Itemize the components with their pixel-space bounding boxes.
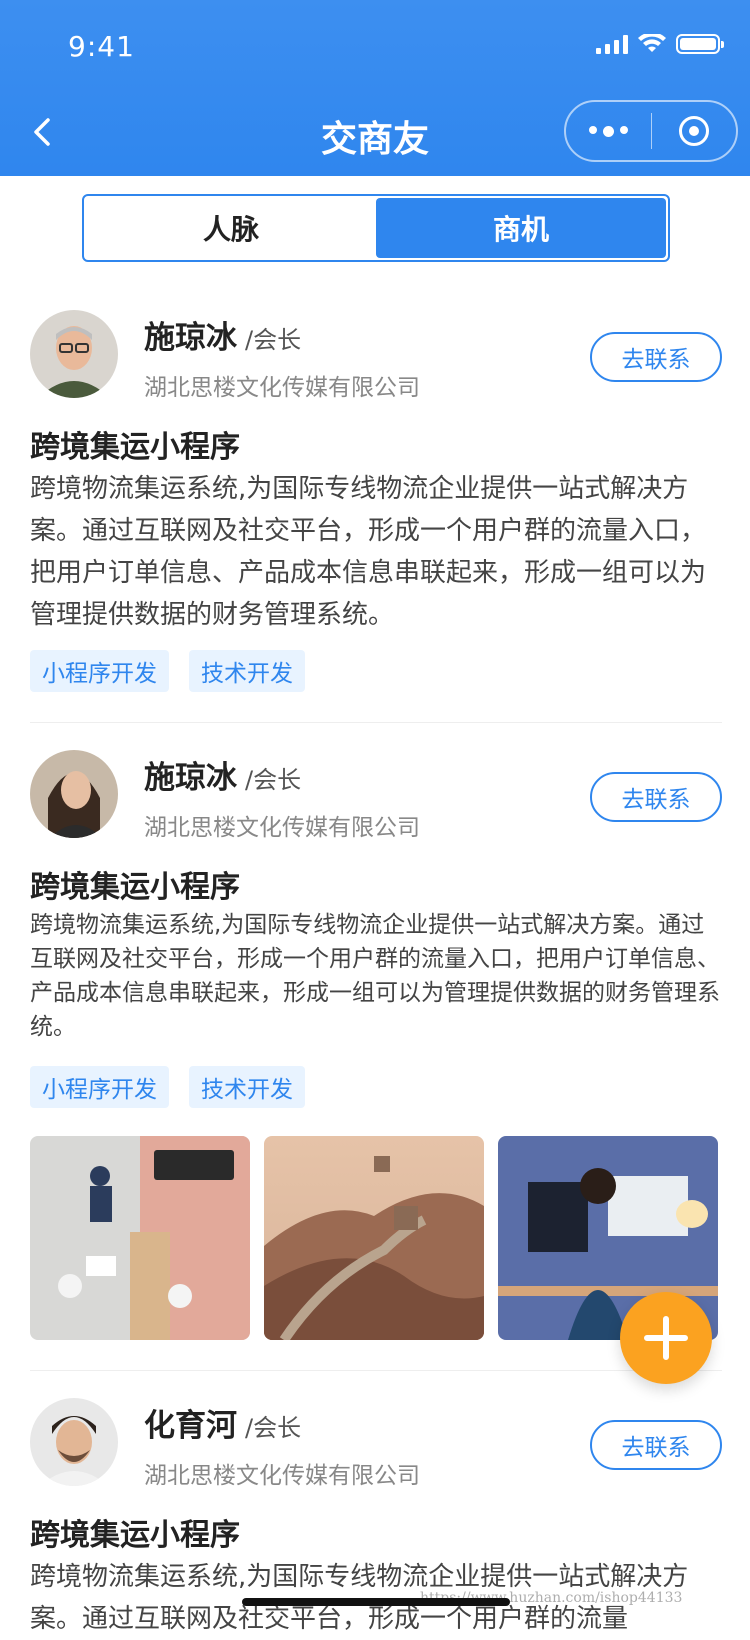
post-description: 跨境物流集运系统,为国际专线物流企业提供一站式解决方案。通过互联网及社交平台，形… [30,912,720,1040]
contact-button[interactable]: 去联系 [590,1420,722,1470]
contact-button[interactable]: 去联系 [590,332,722,382]
status-time: 9:41 [68,30,135,63]
post-title: 跨境集运小程序 [30,1518,240,1553]
tag-list: 小程序开发 技术开发 [30,1066,305,1108]
photo-grid [30,1136,718,1340]
status-icons [596,34,724,54]
segment-tabs: 人脉 商机 [82,194,670,262]
divider [30,1370,722,1371]
author-role: /会长 [245,766,302,794]
mini-program-capsule [564,100,738,162]
tag[interactable]: 小程序开发 [30,650,169,692]
post-title: 跨境集运小程序 [30,870,240,905]
home-indicator [242,1598,510,1606]
tag[interactable]: 小程序开发 [30,1066,169,1108]
post-title: 跨境集运小程序 [30,430,240,465]
office-meeting-photo[interactable] [30,1136,250,1340]
great-wall-photo[interactable] [264,1136,484,1340]
signal-icon [596,34,628,54]
close-icon[interactable] [652,116,737,146]
wifi-icon [638,34,666,52]
tab-contacts[interactable]: 人脉 [86,198,376,258]
tag[interactable]: 技术开发 [189,1066,305,1108]
author-line: 化育河 /会长 [144,1400,301,1445]
more-icon[interactable] [566,125,651,137]
plus-icon [644,1316,688,1360]
author-name: 施琼冰 [144,760,237,796]
avatar[interactable] [30,1398,118,1486]
avatar[interactable] [30,310,118,398]
author-name: 施琼冰 [144,320,237,356]
nav-header: 9:41 交商友 [0,0,750,176]
contact-button[interactable]: 去联系 [590,772,722,822]
avatar[interactable] [30,750,118,838]
tag[interactable]: 技术开发 [189,650,305,692]
author-line: 施琼冰 /会长 [144,752,301,797]
author-company: 湖北思楼文化传媒有限公司 [144,815,420,841]
author-role: /会长 [245,1414,302,1442]
tag-list: 小程序开发 技术开发 [30,650,305,692]
battery-icon [676,34,724,54]
divider [30,722,722,723]
author-role: /会长 [245,326,302,354]
tab-opportunities[interactable]: 商机 [376,198,666,258]
author-name: 化育河 [144,1408,237,1444]
post-description: 跨境物流集运系统,为国际专线物流企业提供一站式解决方案。通过互联网及社交平台，形… [30,474,707,630]
author-company: 湖北思楼文化传媒有限公司 [144,1463,420,1489]
add-post-button[interactable] [620,1292,712,1384]
author-line: 施琼冰 /会长 [144,312,301,357]
author-company: 湖北思楼文化传媒有限公司 [144,375,420,401]
